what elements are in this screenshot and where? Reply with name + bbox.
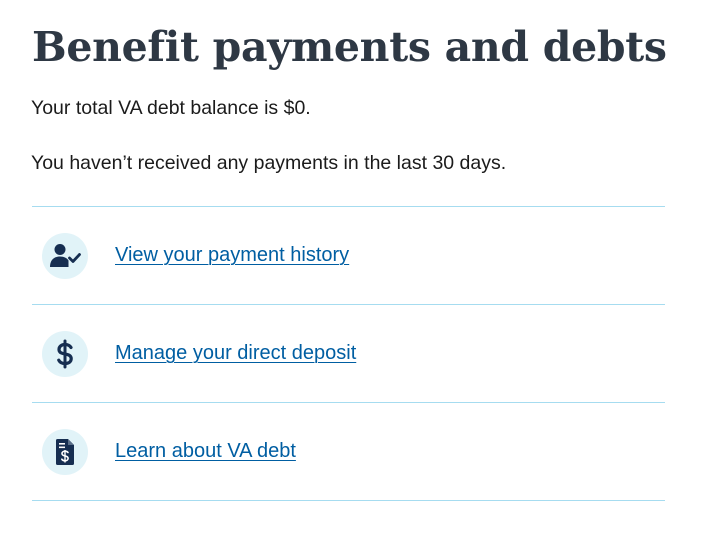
manage-direct-deposit-link[interactable]: Manage your direct deposit (115, 340, 356, 366)
page-title: Benefit payments and debts (32, 23, 667, 71)
benefit-links-list: View your payment history Manage your di… (32, 206, 665, 501)
dollar-sign-icon (42, 331, 88, 377)
dollar-document-icon (42, 429, 88, 475)
list-item-direct-deposit: Manage your direct deposit (32, 305, 665, 403)
user-check-icon (42, 233, 88, 279)
payments-status-text: You haven’t received any payments in the… (31, 152, 507, 174)
view-payment-history-link[interactable]: View your payment history (115, 242, 349, 268)
debt-balance-text: Your total VA debt balance is $0. (31, 97, 311, 119)
learn-about-va-debt-link[interactable]: Learn about VA debt (115, 438, 296, 464)
list-item-va-debt: Learn about VA debt (32, 403, 665, 501)
list-item-payment-history: View your payment history (32, 207, 665, 305)
